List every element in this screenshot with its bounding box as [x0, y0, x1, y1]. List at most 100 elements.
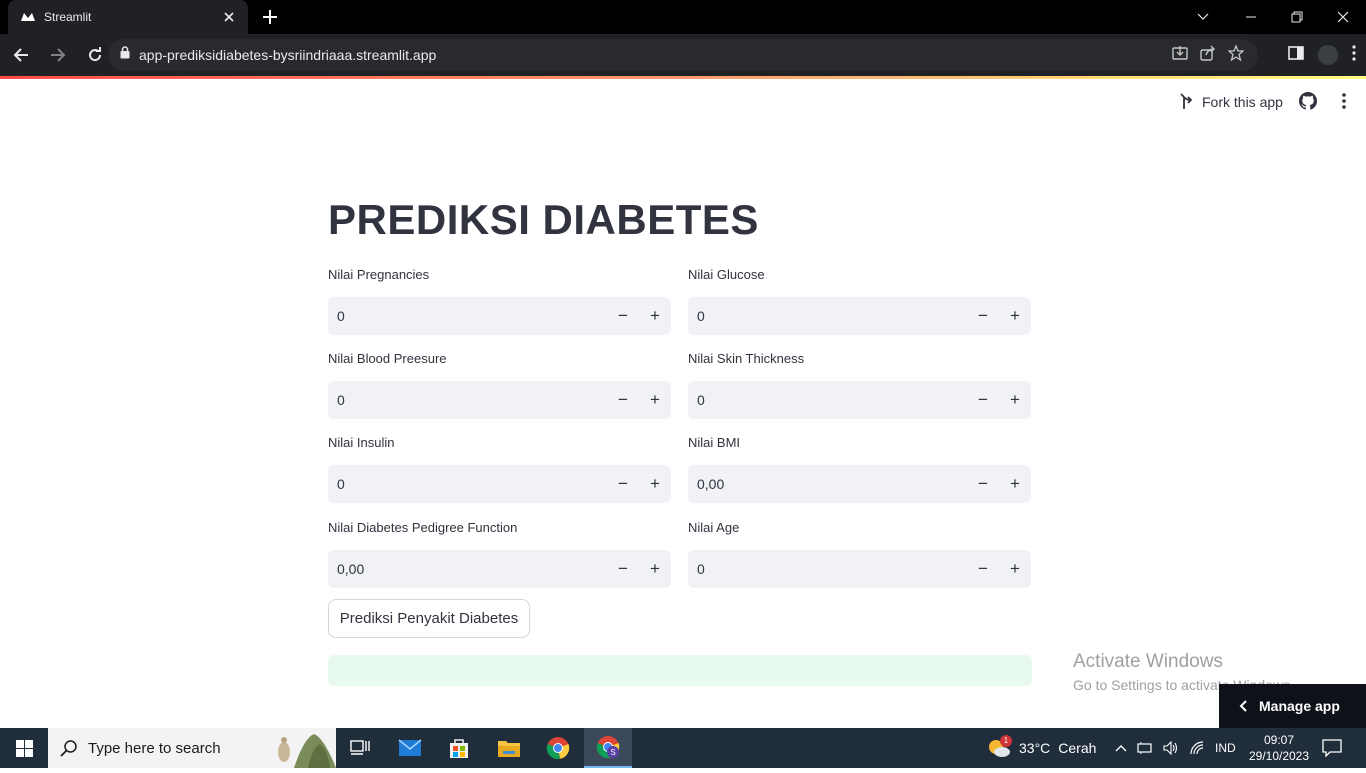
clock-date: 29/10/2023 [1248, 749, 1310, 763]
decrement-icon[interactable]: − [607, 550, 639, 588]
manage-app-button[interactable]: Manage app [1219, 684, 1366, 728]
store-icon[interactable] [435, 728, 483, 768]
decrement-icon[interactable]: − [607, 297, 639, 335]
number-input-value[interactable]: 0 [328, 308, 607, 324]
close-tab-icon[interactable] [220, 8, 238, 26]
weather-temperature: 33°C [1019, 740, 1051, 756]
lock-icon[interactable] [120, 46, 130, 64]
system-tray: IND [1115, 728, 1236, 768]
increment-icon[interactable]: + [639, 381, 671, 419]
number-input: 0 − + [688, 381, 1031, 419]
field-label: Nilai BMI [688, 435, 741, 450]
decrement-icon[interactable]: − [967, 381, 999, 419]
weather-condition: Cerah [1058, 740, 1097, 756]
page-title: PREDIKSI DIABETES [328, 196, 759, 243]
forward-arrow-icon[interactable] [42, 39, 74, 71]
taskbar-search-box[interactable]: Type here to search [48, 728, 336, 768]
minimize-icon[interactable] [1228, 0, 1274, 34]
number-input-value[interactable]: 0 [328, 392, 607, 408]
address-bar-actions [1172, 39, 1245, 71]
taskbar-clock[interactable]: 09:07 29/10/2023 [1247, 732, 1311, 764]
chrome-profile-window-icon[interactable]: S [584, 728, 632, 768]
app-menu-icon[interactable] [1338, 92, 1350, 115]
increment-icon[interactable]: + [639, 550, 671, 588]
weather-widget[interactable]: 1 33°C Cerah [986, 728, 1096, 768]
battery-network-icon[interactable] [1137, 741, 1153, 755]
input-language[interactable]: IND [1215, 741, 1236, 755]
profile-avatar[interactable] [1318, 45, 1338, 65]
clock-time: 09:07 [1263, 733, 1295, 747]
field-label: Nilai Insulin [328, 435, 395, 450]
chevron-left-icon [1239, 700, 1247, 712]
number-input-value[interactable]: 0,00 [688, 476, 967, 492]
windows-taskbar: Type here to search S 1 33°C Cerah IND 0… [0, 728, 1366, 768]
decrement-icon[interactable]: − [607, 465, 639, 503]
tab-search-chevron-icon[interactable] [1178, 0, 1228, 34]
show-hidden-icons-chevron-icon[interactable] [1115, 744, 1127, 752]
browser-tab[interactable]: Streamlit [8, 0, 248, 34]
side-panel-icon[interactable] [1288, 45, 1304, 66]
search-highlight-illustration-icon [264, 728, 336, 768]
install-app-icon[interactable] [1172, 45, 1188, 66]
task-view-icon[interactable] [336, 728, 384, 768]
number-input: 0,00 − + [328, 550, 671, 588]
decrement-icon[interactable]: − [967, 550, 999, 588]
restore-icon[interactable] [1274, 0, 1320, 34]
new-tab-icon[interactable] [259, 6, 281, 28]
window-controls [1178, 0, 1366, 34]
share-icon[interactable] [1200, 45, 1216, 66]
github-icon[interactable] [1299, 92, 1317, 115]
fork-label: Fork this app [1202, 93, 1283, 110]
back-arrow-icon[interactable] [5, 39, 37, 71]
url-text: app-prediksidiabetes-bysriindriaaa.strea… [139, 47, 437, 63]
chrome-icon[interactable] [534, 728, 582, 768]
number-input: 0 − + [688, 297, 1031, 335]
svg-text:S: S [610, 748, 615, 757]
search-placeholder: Type here to search [88, 739, 221, 757]
field-pregnancies: Nilai Pregnancies 0 − + [328, 266, 671, 335]
mail-icon[interactable] [386, 728, 434, 768]
address-bar[interactable]: app-prediksidiabetes-bysriindriaaa.strea… [108, 39, 1258, 71]
decrement-icon[interactable]: − [607, 381, 639, 419]
bookmark-star-icon[interactable] [1227, 43, 1245, 66]
number-input: 0 − + [328, 465, 671, 503]
increment-icon[interactable]: + [639, 297, 671, 335]
windows-start-icon[interactable] [0, 728, 48, 768]
number-input: 0,00 − + [688, 465, 1031, 503]
increment-icon[interactable]: + [999, 465, 1031, 503]
fork-app-button[interactable]: Fork this app [1180, 91, 1283, 112]
weather-sun-cloud-icon: 1 [986, 735, 1012, 759]
number-input-value[interactable]: 0,00 [328, 561, 607, 577]
field-glucose: Nilai Glucose 0 − + [688, 266, 1031, 335]
field-insulin: Nilai Insulin 0 − + [328, 434, 671, 503]
increment-icon[interactable]: + [999, 297, 1031, 335]
file-explorer-icon[interactable] [485, 728, 533, 768]
decrement-icon[interactable]: − [967, 465, 999, 503]
decrement-icon[interactable]: − [967, 297, 999, 335]
notifications-icon[interactable] [1322, 728, 1342, 768]
reload-icon[interactable] [79, 39, 111, 71]
number-input: 0 − + [328, 381, 671, 419]
browser-tab-strip: Streamlit [0, 0, 1366, 34]
number-input: 0 − + [328, 297, 671, 335]
increment-icon[interactable]: + [639, 465, 671, 503]
field-label: Nilai Skin Thickness [688, 351, 805, 366]
manage-app-label: Manage app [1259, 698, 1340, 714]
streamlit-logo-icon [20, 9, 36, 25]
browser-menu-icon[interactable] [1352, 44, 1356, 66]
number-input-value[interactable]: 0 [328, 476, 607, 492]
number-input-value[interactable]: 0 [688, 561, 967, 577]
field-label: Nilai Diabetes Pedigree Function [328, 520, 518, 535]
number-input-value[interactable]: 0 [688, 392, 967, 408]
field-label: Nilai Glucose [688, 267, 765, 282]
close-window-icon[interactable] [1320, 0, 1366, 34]
app-decoration-bar [0, 76, 1366, 79]
predict-button[interactable]: Prediksi Penyakit Diabetes [328, 599, 530, 638]
increment-icon[interactable]: + [999, 550, 1031, 588]
volume-icon[interactable] [1163, 741, 1179, 755]
field-blood-pressure: Nilai Blood Preesure 0 − + [328, 350, 671, 419]
wifi-icon[interactable] [1189, 741, 1205, 755]
number-input: 0 − + [688, 550, 1031, 588]
number-input-value[interactable]: 0 [688, 308, 967, 324]
increment-icon[interactable]: + [999, 381, 1031, 419]
